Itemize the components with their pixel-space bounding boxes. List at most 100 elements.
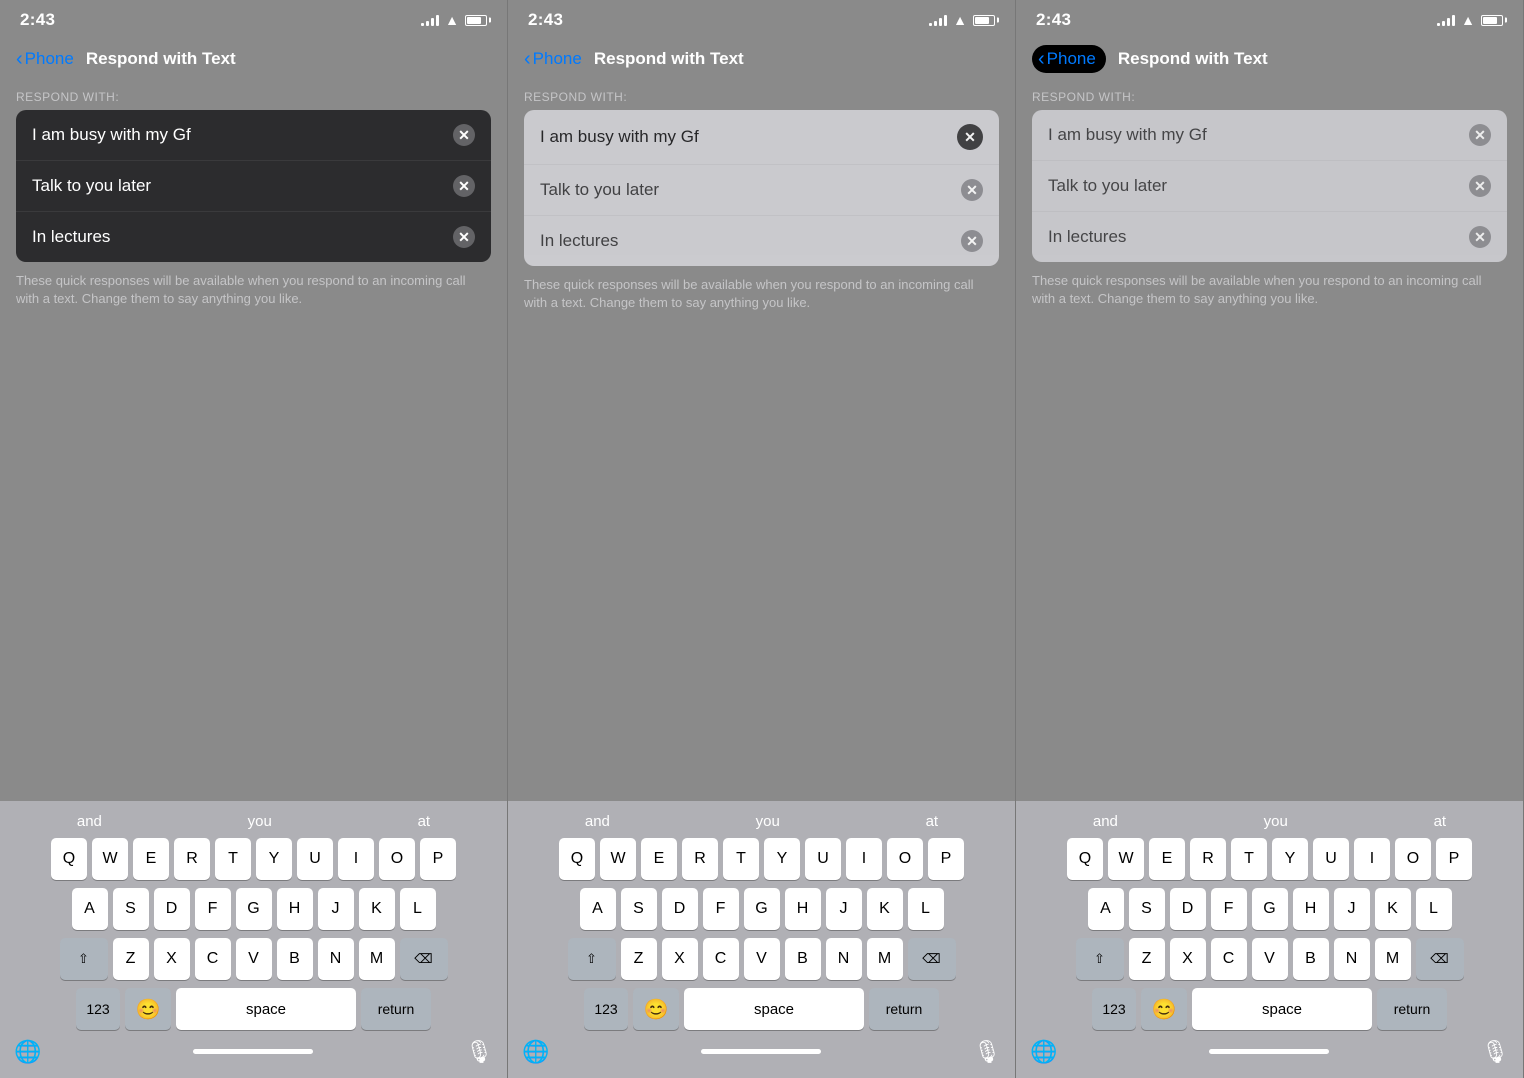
key-p-3[interactable]: P <box>1436 838 1472 880</box>
key-t-1[interactable]: T <box>215 838 251 880</box>
keyboard-2[interactable]: and you at Q W E R T Y U I O P A S D F <box>508 801 1015 1078</box>
delete-btn-2-3[interactable]: ✕ <box>961 230 983 252</box>
suggestion-you-3[interactable]: you <box>1264 813 1288 830</box>
key-p-2[interactable]: P <box>928 838 964 880</box>
list-item-3-2[interactable]: Talk to you later ✕ <box>1032 161 1507 212</box>
key-d-1[interactable]: D <box>154 888 190 930</box>
space-key-3[interactable]: space <box>1192 988 1372 1030</box>
key-s-1[interactable]: S <box>113 888 149 930</box>
key-a-2[interactable]: A <box>580 888 616 930</box>
key-q-2[interactable]: Q <box>559 838 595 880</box>
delete-btn-3-1[interactable]: ✕ <box>1469 124 1491 146</box>
list-item-2-3[interactable]: In lectures ✕ <box>524 216 999 266</box>
key-n-3[interactable]: N <box>1334 938 1370 980</box>
back-button-1[interactable]: ‹ Phone <box>16 49 74 69</box>
list-item-2-1[interactable]: I am busy with my Gf ✕ <box>524 110 999 165</box>
key-g-1[interactable]: G <box>236 888 272 930</box>
key-e-3[interactable]: E <box>1149 838 1185 880</box>
key-i-1[interactable]: I <box>338 838 374 880</box>
return-key-2[interactable]: return <box>869 988 939 1030</box>
numbers-key-3[interactable]: 123 <box>1092 988 1136 1030</box>
key-j-2[interactable]: J <box>826 888 862 930</box>
mic-icon-1[interactable]: 🎙 <box>465 1039 493 1065</box>
suggestion-at-1[interactable]: at <box>418 813 431 830</box>
key-e-2[interactable]: E <box>641 838 677 880</box>
key-h-1[interactable]: H <box>277 888 313 930</box>
globe-icon-1[interactable]: 🌐 <box>14 1039 41 1065</box>
key-w-1[interactable]: W <box>92 838 128 880</box>
key-n-1[interactable]: N <box>318 938 354 980</box>
key-o-2[interactable]: O <box>887 838 923 880</box>
key-m-3[interactable]: M <box>1375 938 1411 980</box>
key-s-2[interactable]: S <box>621 888 657 930</box>
delete-btn-1-1[interactable]: ✕ <box>453 124 475 146</box>
delete-key-1[interactable]: ⌫ <box>400 938 448 980</box>
list-item-3-3[interactable]: In lectures ✕ <box>1032 212 1507 262</box>
key-f-1[interactable]: F <box>195 888 231 930</box>
suggestion-and-1[interactable]: and <box>77 813 102 830</box>
key-c-1[interactable]: C <box>195 938 231 980</box>
space-key-2[interactable]: space <box>684 988 864 1030</box>
key-c-2[interactable]: C <box>703 938 739 980</box>
list-item-2-2[interactable]: Talk to you later ✕ <box>524 165 999 216</box>
key-x-2[interactable]: X <box>662 938 698 980</box>
return-key-1[interactable]: return <box>361 988 431 1030</box>
key-l-2[interactable]: L <box>908 888 944 930</box>
key-l-3[interactable]: L <box>1416 888 1452 930</box>
key-f-3[interactable]: F <box>1211 888 1247 930</box>
mic-icon-2[interactable]: 🎙 <box>973 1039 1001 1065</box>
list-item-1-1[interactable]: I am busy with my Gf ✕ <box>16 110 491 161</box>
key-z-2[interactable]: Z <box>621 938 657 980</box>
key-r-1[interactable]: R <box>174 838 210 880</box>
key-i-2[interactable]: I <box>846 838 882 880</box>
key-n-2[interactable]: N <box>826 938 862 980</box>
key-s-3[interactable]: S <box>1129 888 1165 930</box>
list-item-1-2[interactable]: Talk to you later ✕ <box>16 161 491 212</box>
keyboard-1[interactable]: and you at Q W E R T Y U I O P A S D F <box>0 801 507 1078</box>
suggestion-you-1[interactable]: you <box>248 813 272 830</box>
key-t-2[interactable]: T <box>723 838 759 880</box>
key-e-1[interactable]: E <box>133 838 169 880</box>
delete-btn-2-1[interactable]: ✕ <box>957 124 983 150</box>
key-h-2[interactable]: H <box>785 888 821 930</box>
keyboard-3[interactable]: and you at Q W E R T Y U I O P A S D F <box>1016 801 1523 1078</box>
key-u-1[interactable]: U <box>297 838 333 880</box>
suggestion-and-3[interactable]: and <box>1093 813 1118 830</box>
delete-key-3[interactable]: ⌫ <box>1416 938 1464 980</box>
suggestion-at-2[interactable]: at <box>926 813 939 830</box>
shift-key-2[interactable]: ⇧ <box>568 938 616 980</box>
delete-btn-2-2[interactable]: ✕ <box>961 179 983 201</box>
numbers-key-2[interactable]: 123 <box>584 988 628 1030</box>
key-a-1[interactable]: A <box>72 888 108 930</box>
delete-btn-1-2[interactable]: ✕ <box>453 175 475 197</box>
key-x-3[interactable]: X <box>1170 938 1206 980</box>
key-y-3[interactable]: Y <box>1272 838 1308 880</box>
emoji-key-1[interactable]: 😊 <box>125 988 171 1030</box>
delete-btn-1-3[interactable]: ✕ <box>453 226 475 248</box>
emoji-key-2[interactable]: 😊 <box>633 988 679 1030</box>
key-c-3[interactable]: C <box>1211 938 1247 980</box>
key-p-1[interactable]: P <box>420 838 456 880</box>
key-v-2[interactable]: V <box>744 938 780 980</box>
shift-key-1[interactable]: ⇧ <box>60 938 108 980</box>
key-w-3[interactable]: W <box>1108 838 1144 880</box>
list-item-1-3[interactable]: In lectures ✕ <box>16 212 491 262</box>
key-q-3[interactable]: Q <box>1067 838 1103 880</box>
space-key-1[interactable]: space <box>176 988 356 1030</box>
key-d-3[interactable]: D <box>1170 888 1206 930</box>
key-m-1[interactable]: M <box>359 938 395 980</box>
suggestion-at-3[interactable]: at <box>1434 813 1447 830</box>
key-f-2[interactable]: F <box>703 888 739 930</box>
delete-key-2[interactable]: ⌫ <box>908 938 956 980</box>
globe-icon-2[interactable]: 🌐 <box>522 1039 549 1065</box>
key-y-1[interactable]: Y <box>256 838 292 880</box>
key-b-1[interactable]: B <box>277 938 313 980</box>
key-t-3[interactable]: T <box>1231 838 1267 880</box>
key-v-1[interactable]: V <box>236 938 272 980</box>
key-z-1[interactable]: Z <box>113 938 149 980</box>
key-h-3[interactable]: H <box>1293 888 1329 930</box>
suggestion-and-2[interactable]: and <box>585 813 610 830</box>
return-key-3[interactable]: return <box>1377 988 1447 1030</box>
key-r-2[interactable]: R <box>682 838 718 880</box>
key-u-3[interactable]: U <box>1313 838 1349 880</box>
